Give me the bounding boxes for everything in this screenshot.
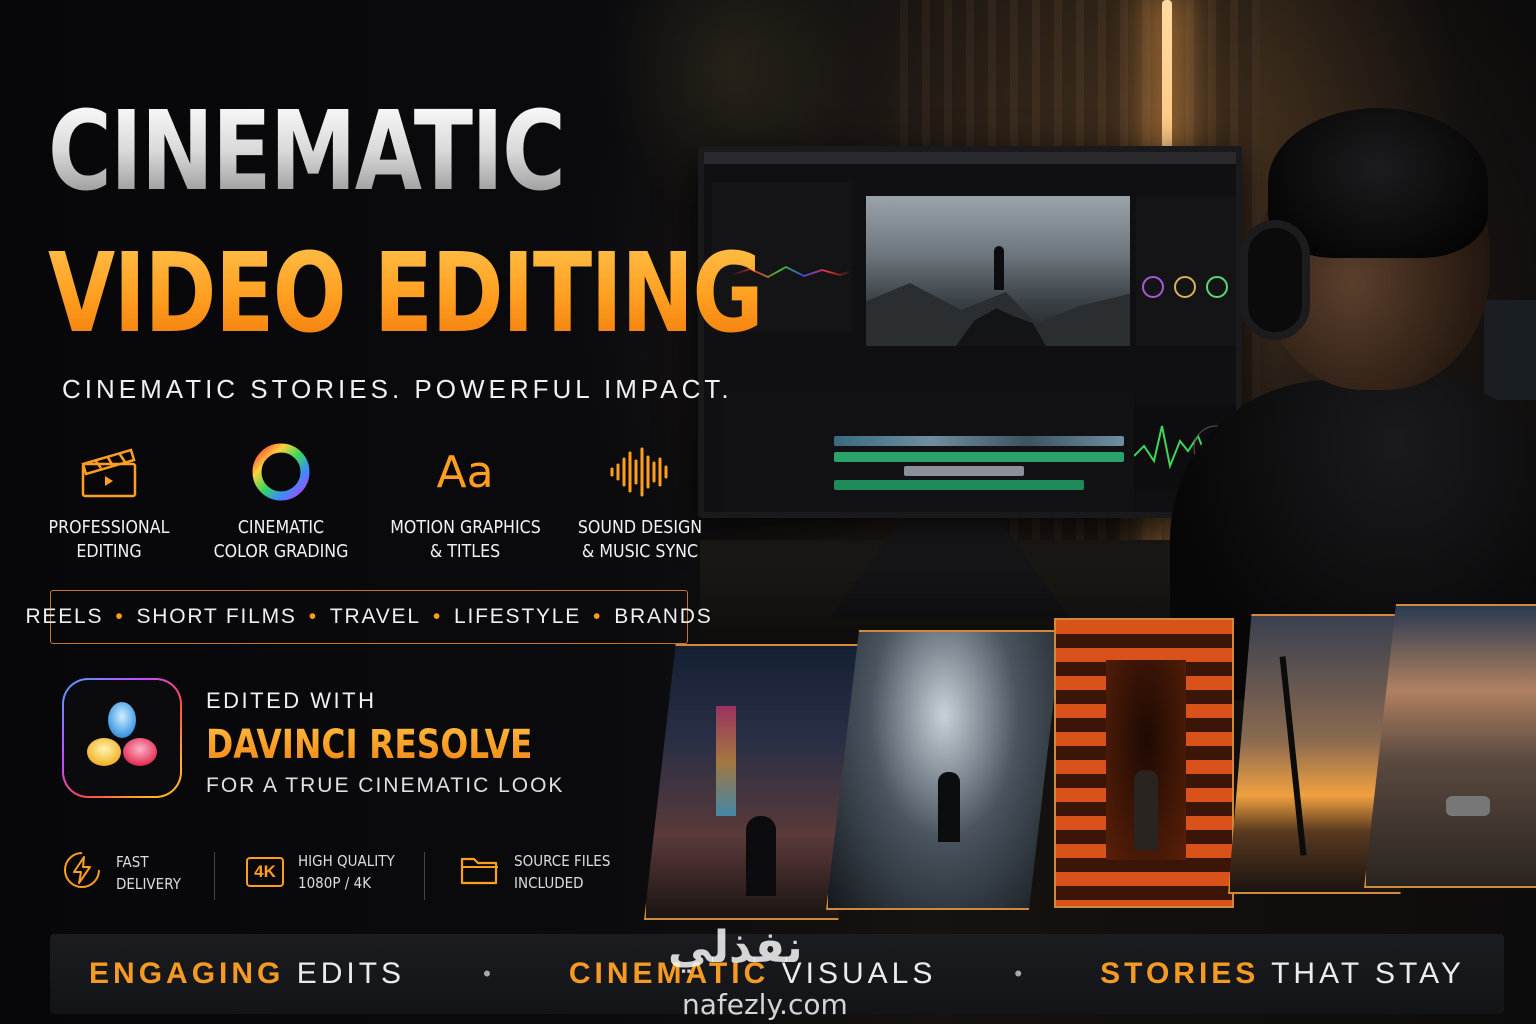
perk-fast-delivery: FAST DELIVERY: [62, 850, 188, 895]
perk-line1: FAST: [116, 852, 149, 871]
feature-label: CINEMATIC COLOR GRADING: [206, 516, 356, 564]
feature-professional-editing: PROFESSIONAL EDITING: [24, 440, 194, 564]
car: [1446, 796, 1490, 816]
color-wheel-icon: [246, 440, 316, 504]
feature-label-line1: PROFESSIONAL: [48, 517, 170, 538]
perk-line2: DELIVERY: [116, 874, 181, 893]
davinci-resolve-logo: [62, 678, 182, 798]
software-name: DAVINCI RESOLVE: [206, 722, 533, 768]
perk-text: SOURCE FILES INCLUDED: [514, 850, 610, 894]
photo-train: [826, 630, 1062, 910]
video-track: [834, 436, 1124, 446]
perk-source-files: SOURCE FILES INCLUDED: [460, 850, 621, 894]
feature-label: SOUND DESIGN & MUSIC SYNC: [565, 516, 715, 564]
slogan-rest: EDITS: [284, 957, 406, 990]
monitor-preview: [866, 196, 1130, 346]
feature-label-line2: EDITING: [76, 541, 142, 562]
perk-divider: [424, 852, 425, 900]
sound-wave-icon: [605, 440, 675, 504]
typography-glyph: Aa: [436, 446, 494, 498]
feature-motion-graphics: Aa MOTION GRAPHICS & TITLES: [380, 440, 550, 564]
perk-line2: INCLUDED: [514, 874, 584, 892]
perk-line2: 1080P / 4K: [298, 874, 372, 892]
perk-high-quality: 4K HIGH QUALITY 1080P / 4K: [246, 850, 406, 894]
slogan-engaging-edits: ENGAGING EDITS: [89, 957, 405, 991]
feature-color-grading: CINEMATIC COLOR GRADING: [196, 440, 366, 564]
feature-label-line1: CINEMATIC: [237, 517, 325, 538]
lightning-icon: [62, 850, 102, 895]
watermark-arabic: نفذلي: [668, 922, 803, 973]
perk-divider: [214, 852, 215, 900]
perk-line1: SOURCE FILES: [514, 852, 611, 870]
feature-label-line2: COLOR GRADING: [213, 541, 349, 562]
category-lifestyle: LIFESTYLE: [453, 605, 582, 628]
feature-label: PROFESSIONAL EDITING: [34, 516, 184, 564]
perk-text: FAST DELIVERY: [116, 851, 181, 895]
feature-label: MOTION GRAPHICS & TITLES: [390, 516, 541, 564]
edited-with-label: EDITED WITH: [206, 688, 377, 713]
categories-box: REELS • SHORT FILMS • TRAVEL • LIFESTYLE…: [25, 590, 711, 644]
photo-torii-gates: [1054, 618, 1234, 908]
4k-badge-icon: 4K: [246, 857, 284, 887]
perk-line1: HIGH QUALITY: [298, 852, 395, 870]
feature-label-line2: & TITLES: [429, 541, 501, 562]
typography-icon: Aa: [430, 440, 500, 504]
headphones-icon: [1240, 220, 1310, 340]
gate-person: [1134, 770, 1158, 850]
title-track: [904, 466, 1024, 476]
slogan-separator: •: [483, 961, 491, 986]
hero-title-line1: CINEMATIC: [48, 87, 566, 215]
neon-signs: [716, 706, 736, 816]
train-person: [938, 772, 960, 842]
audio-track-1: [834, 452, 1124, 462]
feature-sound-design: SOUND DESIGN & MUSIC SYNC: [555, 440, 725, 564]
perk-text: HIGH QUALITY 1080P / 4K: [298, 850, 395, 894]
hero-title-line2: VIDEO EDITING: [48, 229, 764, 357]
4k-badge-text: 4K: [254, 862, 276, 881]
category-separator: •: [115, 605, 125, 628]
category-separator: •: [432, 605, 442, 628]
hero-tagline: CINEMATIC STORIES. POWERFUL IMPACT.: [62, 374, 733, 404]
category-travel: TRAVEL: [329, 605, 421, 628]
slogan-rest: THAT STAY: [1259, 957, 1465, 990]
watermark-latin: nafezly.com: [682, 988, 848, 1021]
category-short-films: SHORT FILMS: [136, 605, 297, 628]
category-reels: REELS: [25, 605, 104, 628]
photo-strip: [640, 600, 1536, 930]
slogan-highlight: ENGAGING: [89, 957, 285, 990]
slogan-separator: •: [1014, 961, 1023, 986]
walking-person: [746, 816, 776, 896]
software-subtitle: FOR A TRUE CINEMATIC LOOK: [206, 774, 565, 797]
feature-label-line1: SOUND DESIGN: [577, 517, 703, 538]
monitor-timeline: [724, 392, 1134, 512]
palm-trunk: [1279, 656, 1307, 856]
slogan-stories-that-stay: STORIES THAT STAY: [1100, 957, 1465, 991]
category-separator: •: [308, 605, 318, 628]
folder-icon: [460, 853, 500, 892]
slogan-highlight: STORIES: [1100, 957, 1260, 990]
editor-person: [1140, 100, 1536, 700]
clapperboard-icon: [74, 440, 144, 504]
category-separator: •: [593, 605, 603, 628]
audio-track-2: [834, 480, 1084, 490]
feature-label-line1: MOTION GRAPHICS: [390, 517, 541, 538]
feature-label-line2: & MUSIC SYNC: [581, 541, 699, 562]
preview-person: [994, 246, 1004, 290]
features-row: PROFESSIONAL EDITING CINEMATIC COLOR GRA…: [40, 440, 720, 570]
